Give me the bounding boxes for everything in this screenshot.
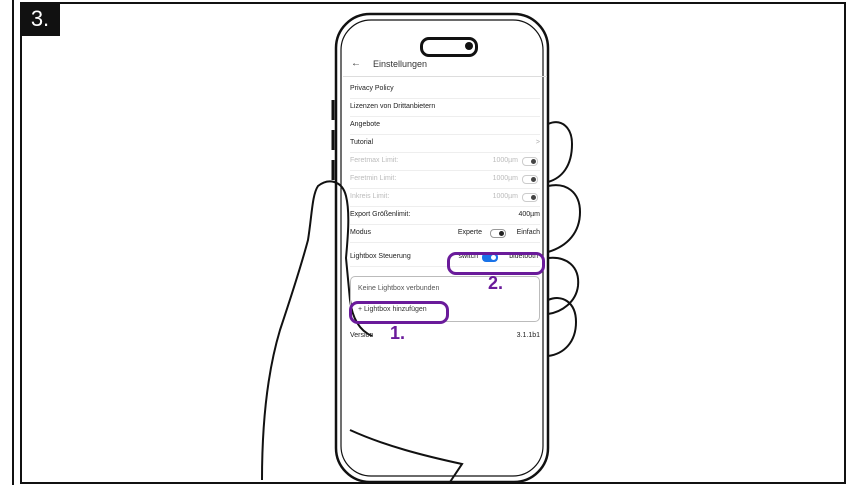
row-label: Inkreis Limit:: [350, 193, 390, 200]
row-label: Lizenzen von Drittanbietern: [350, 103, 436, 110]
row-privacy-policy[interactable]: Privacy Policy: [350, 80, 540, 99]
feretmax-toggle[interactable]: [522, 157, 538, 166]
row-label: Modus: [350, 229, 372, 236]
modus-option-right: Einfach: [516, 229, 540, 236]
row-tutorial[interactable]: Tutorial >: [350, 134, 540, 153]
row-licenses[interactable]: Lizenzen von Drittanbietern: [350, 98, 540, 117]
row-label: Feretmin Limit:: [350, 175, 397, 182]
row-feretmax: Feretmax Limit: 1000µm: [350, 152, 540, 171]
modus-option-left: Experte: [457, 229, 482, 236]
row-modus: Modus Experte Einfach: [350, 224, 540, 243]
chevron-right-icon: >: [535, 139, 540, 146]
row-label: Angebote: [350, 121, 380, 128]
annotation-number-2: 2.: [488, 273, 504, 293]
row-value: 1000µm: [492, 175, 518, 182]
row-label: Lightbox Steuerung: [350, 253, 411, 260]
row-label: Privacy Policy: [350, 85, 394, 92]
version-row: Version 3.1.1b1: [350, 329, 540, 343]
row-value: 1000µm: [492, 193, 518, 200]
modus-toggle[interactable]: [490, 229, 506, 238]
highlight-add-lightbox: [349, 301, 449, 324]
version-label: Version: [350, 332, 374, 339]
row-label: Feretmax Limit:: [350, 157, 399, 164]
feretmin-toggle[interactable]: [522, 175, 538, 184]
row-value: 1000µm: [492, 157, 518, 164]
inkreis-toggle[interactable]: [522, 193, 538, 202]
arrow-left-icon[interactable]: ←: [351, 58, 361, 69]
annotation-number-1: 1.: [390, 323, 406, 343]
version-value: 3.1.1b1: [516, 332, 540, 339]
row-label: Export Größenlimit:: [350, 211, 411, 218]
highlight-lightbox-toggle: [447, 252, 545, 275]
row-inkreis: Inkreis Limit: 1000µm: [350, 188, 540, 207]
row-offers[interactable]: Angebote: [350, 116, 540, 135]
page-title: Einstellungen: [373, 59, 428, 69]
settings-header: ← Einstellungen: [343, 52, 547, 77]
row-feretmin: Feretmin Limit: 1000µm: [350, 170, 540, 189]
row-label: Tutorial: [350, 139, 374, 146]
lightbox-empty-text: Keine Lightbox verbunden: [358, 285, 440, 292]
row-export-limit[interactable]: Export Größenlimit: 400µm: [350, 206, 540, 225]
row-value: 400µm: [518, 211, 540, 218]
